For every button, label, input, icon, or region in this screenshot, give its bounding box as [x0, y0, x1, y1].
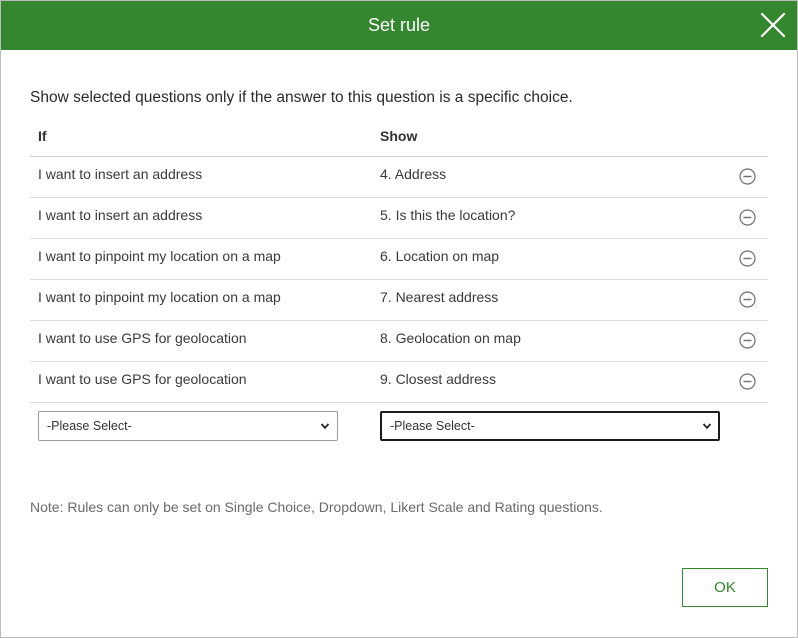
remove-rule-button[interactable] — [739, 250, 756, 267]
ok-button[interactable]: OK — [682, 568, 768, 607]
dialog-header: Set rule — [1, 1, 797, 50]
row-show-question: 4. Address — [380, 166, 447, 182]
minus-circle-icon — [739, 332, 756, 349]
rules-note: Note: Rules can only be set on Single Ch… — [30, 499, 603, 515]
show-question-select-wrap: -Please Select- — [380, 411, 720, 441]
rules-table: If Show I want to insert an address 4. A… — [30, 121, 768, 451]
column-header-if: If — [38, 128, 47, 144]
minus-circle-icon — [739, 291, 756, 308]
remove-rule-button[interactable] — [739, 373, 756, 390]
table-row: I want to pinpoint my location on a map … — [30, 239, 768, 280]
if-answer-select-wrap: -Please Select- — [38, 411, 338, 441]
minus-circle-icon — [739, 373, 756, 390]
remove-rule-button[interactable] — [739, 332, 756, 349]
row-if-answer: I want to insert an address — [38, 207, 203, 223]
set-rule-dialog: Set rule Show selected questions only if… — [0, 0, 798, 638]
remove-rule-button[interactable] — [739, 291, 756, 308]
remove-rule-button[interactable] — [739, 168, 756, 185]
table-row: I want to insert an address 4. Address — [30, 157, 768, 198]
row-show-question: 7. Nearest address — [380, 289, 499, 305]
table-row: I want to pinpoint my location on a map … — [30, 280, 768, 321]
new-rule-row: -Please Select- -Please Select- — [30, 403, 768, 451]
row-show-question: 9. Closest address — [380, 371, 496, 387]
row-show-question: 5. Is this the location? — [380, 207, 516, 223]
row-if-answer: I want to use GPS for geolocation — [38, 330, 247, 346]
row-show-question: 8. Geolocation on map — [380, 330, 521, 346]
close-button[interactable] — [759, 11, 787, 39]
minus-circle-icon — [739, 250, 756, 267]
show-question-select[interactable]: -Please Select- — [380, 411, 720, 441]
table-row: I want to use GPS for geolocation 9. Clo… — [30, 362, 768, 403]
table-row: I want to insert an address 5. Is this t… — [30, 198, 768, 239]
row-if-answer: I want to use GPS for geolocation — [38, 371, 247, 387]
minus-circle-icon — [739, 168, 756, 185]
if-answer-select[interactable]: -Please Select- — [38, 411, 338, 441]
row-if-answer: I want to pinpoint my location on a map — [38, 289, 281, 305]
close-icon — [760, 12, 786, 38]
minus-circle-icon — [739, 209, 756, 226]
row-show-question: 6. Location on map — [380, 248, 500, 264]
table-row: I want to use GPS for geolocation 8. Geo… — [30, 321, 768, 362]
remove-rule-button[interactable] — [739, 209, 756, 226]
column-header-show: Show — [380, 128, 418, 144]
row-if-answer: I want to pinpoint my location on a map — [38, 248, 281, 264]
rule-description: Show selected questions only if the answ… — [30, 89, 573, 106]
row-if-answer: I want to insert an address — [38, 166, 203, 182]
table-header: If Show — [30, 121, 768, 157]
dialog-title: Set rule — [367, 15, 431, 35]
